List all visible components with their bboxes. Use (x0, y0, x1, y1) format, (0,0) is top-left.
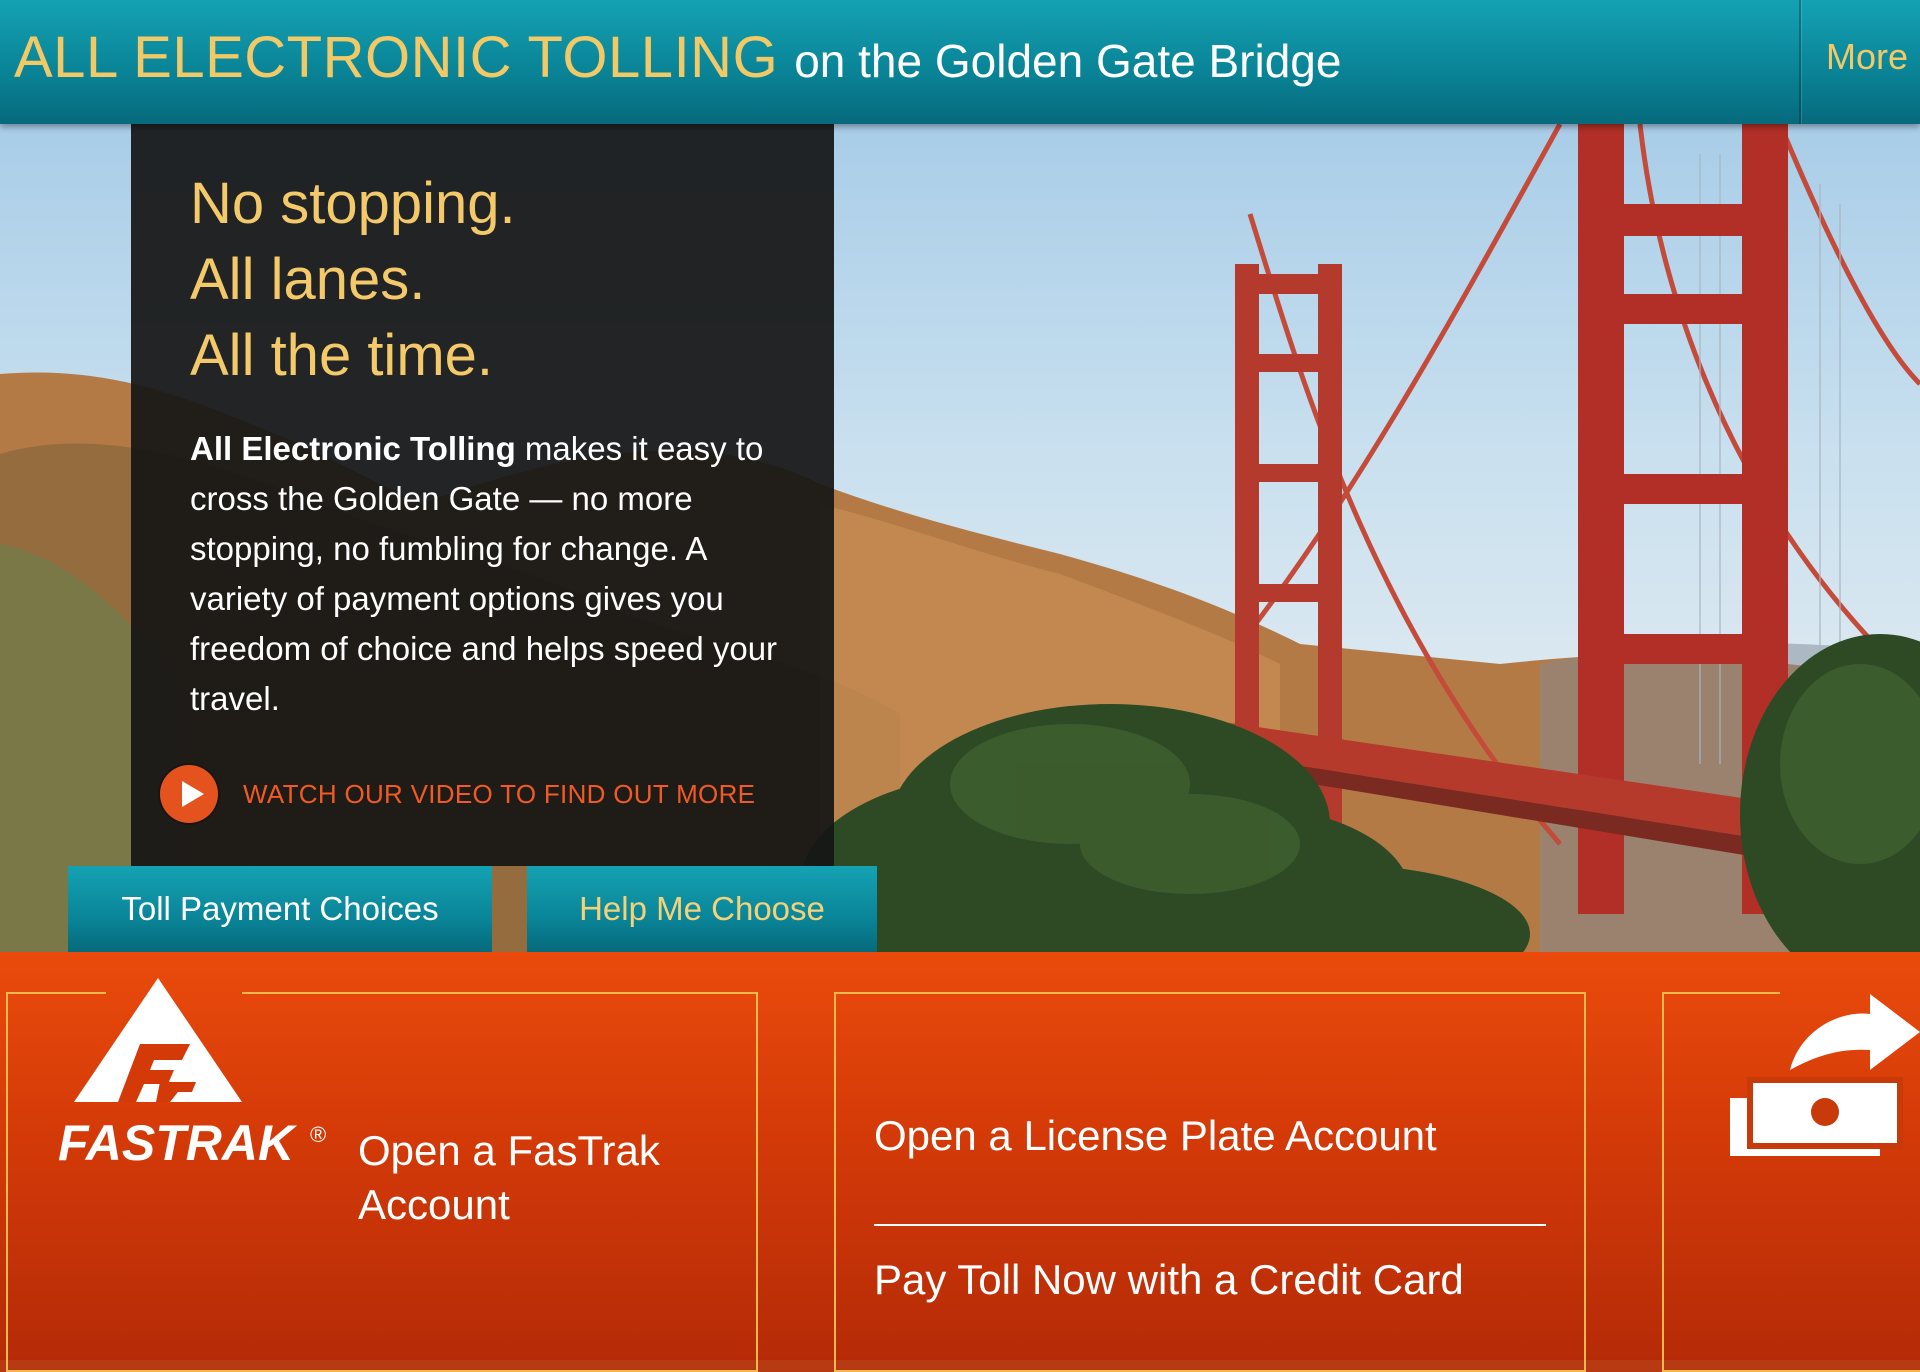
page-title: ALL ELECTRONIC TOLLING on the Golden Gate… (14, 24, 1341, 91)
fastrak-logo-wordmark: FASTRAK (58, 1115, 298, 1171)
money-payment-icon (1730, 994, 1920, 1156)
pay-toll-card[interactable] (1662, 992, 1920, 1372)
promo-description-bold: All Electronic Tolling (190, 430, 516, 467)
hero-banner: No stopping. All lanes. All the time. Al… (0, 124, 1920, 952)
page-title-strong: ALL ELECTRONIC TOLLING (14, 25, 779, 90)
headline-line-2: All lanes. (190, 247, 426, 312)
headline-line-1: No stopping. (190, 171, 516, 236)
watch-video-label[interactable]: WATCH OUR VIDEO TO FIND OUT MORE (243, 779, 755, 810)
promo-description: All Electronic Tolling makes it easy to … (190, 424, 790, 724)
page-title-rest: on the Golden Gate Bridge (794, 35, 1342, 87)
promo-description-text: makes it easy to cross the Golden Gate —… (190, 430, 778, 717)
top-banner: ALL ELECTRONIC TOLLING on the Golden Gate… (0, 0, 1920, 124)
fastrak-logo-icon: FASTRAK ® (58, 978, 326, 1171)
pay-toll-now-link[interactable]: Pay Toll Now with a Credit Card (874, 1256, 1464, 1304)
promo-panel: No stopping. All lanes. All the time. Al… (131, 124, 834, 866)
headline-line-3: All the time. (190, 323, 493, 388)
toll-payment-choices-label[interactable]: Toll Payment Choices (121, 890, 438, 928)
fastrak-logo-registered: ® (310, 1122, 326, 1147)
help-me-choose-button[interactable]: Help Me Choose (527, 866, 877, 952)
card-divider (874, 1224, 1546, 1226)
fastrak-card[interactable]: FASTRAK ® Open a FasTrak Account (6, 978, 758, 1372)
open-fastrak-account-link[interactable]: Open a FasTrak Account (358, 1124, 718, 1232)
license-plate-card: Open a License Plate Account Pay Toll No… (834, 992, 1586, 1372)
payment-options-band: FASTRAK ® Open a FasTrak Account Open a … (0, 952, 1920, 1372)
toll-payment-choices-button[interactable]: Toll Payment Choices (68, 866, 492, 952)
watch-video-link[interactable]: WATCH OUR VIDEO TO FIND OUT MORE (160, 764, 755, 824)
help-me-choose-label[interactable]: Help Me Choose (579, 890, 825, 928)
header-divider (1799, 0, 1801, 124)
promo-headline: No stopping. All lanes. All the time. (190, 166, 516, 394)
play-icon[interactable] (160, 765, 218, 823)
more-link[interactable]: More (1826, 36, 1908, 78)
open-license-plate-account-link[interactable]: Open a License Plate Account (874, 1112, 1437, 1160)
